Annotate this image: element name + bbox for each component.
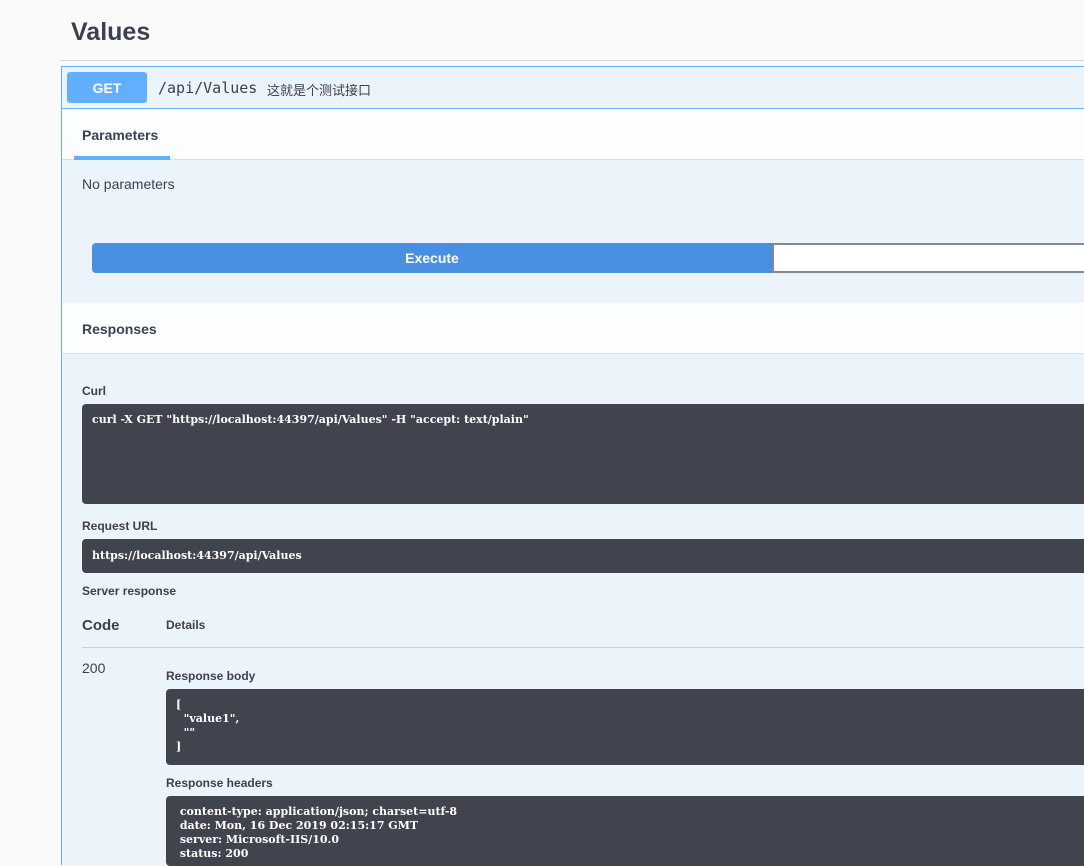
server-response-label: Server response [82,584,177,598]
request-url: https://localhost:44397/api/Values [92,549,302,562]
method-badge[interactable]: GET [67,72,147,103]
response-headers: content-type: application/json; charset=… [179,805,458,860]
operation-description: 这就是个测试接口 [267,83,372,98]
curl-label: Curl [82,384,106,398]
clear-button[interactable] [772,243,1084,273]
response-headers-label: Response headers [166,776,273,790]
response-body: [ "value1", "" ] [176,698,240,753]
tab-parameters[interactable]: Parameters [82,127,158,143]
execute-wrapper: Execute [92,243,1084,273]
curl-command: curl -X GET "https://localhost:44397/api… [92,413,529,426]
active-tab-indicator [74,156,170,160]
code-column-header: Code [82,617,120,634]
operation-block: GET /api/Values 这就是个测试接口 Parameters No p… [61,66,1084,866]
response-status-code: 200 [82,660,106,676]
request-url-block[interactable]: https://localhost:44397/api/Values [82,539,1084,573]
operation-path[interactable]: /api/Values [158,79,257,97]
request-url-label: Request URL [82,519,158,533]
response-headers-block[interactable]: content-type: application/json; charset=… [166,796,1084,866]
no-parameters-text: No parameters [82,176,175,192]
operation-summary[interactable]: GET /api/Values 这就是个测试接口 [62,67,1084,109]
response-table-divider [82,647,1084,648]
response-body-label: Response body [166,669,256,683]
responses-title: Responses [82,321,157,337]
parameters-tab-header: Parameters [62,109,1084,160]
section-divider [60,60,1084,61]
response-body-block[interactable]: [ "value1", "" ] [166,689,1084,765]
execute-button[interactable]: Execute [92,243,772,273]
responses-header: Responses [62,303,1084,354]
details-column-header: Details [166,618,206,632]
section-title[interactable]: Values [71,18,150,47]
curl-code-block[interactable]: curl -X GET "https://localhost:44397/api… [82,404,1084,504]
